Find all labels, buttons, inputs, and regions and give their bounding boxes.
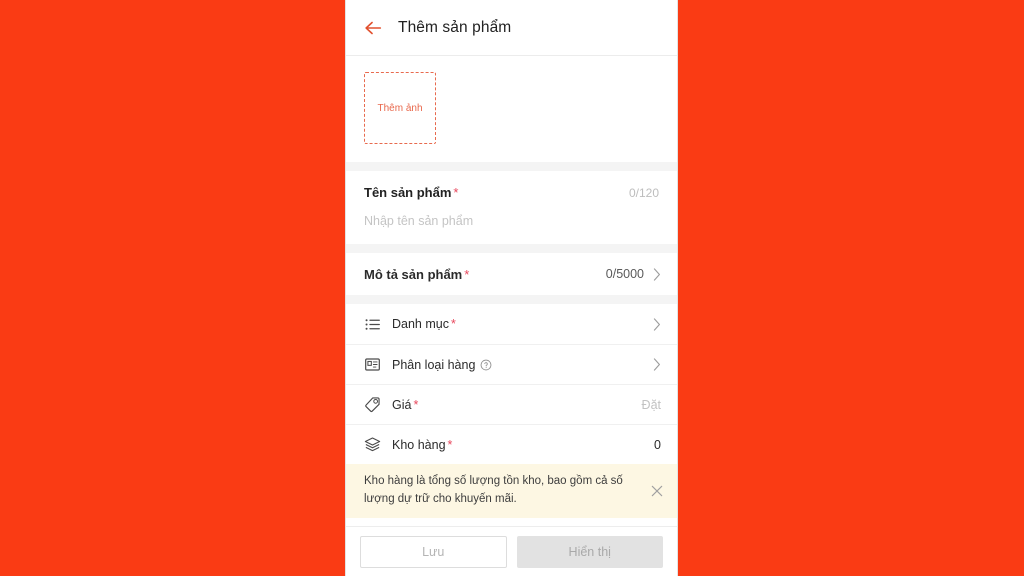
save-button[interactable]: Lưu (360, 535, 507, 568)
app-header: Thêm sản phẩm (346, 0, 677, 56)
row-variations-label-text: Phân loại hàng (392, 357, 476, 372)
attributes-section: Danh mục * Phân loại hàng Giá * Đặt Kho … (346, 304, 677, 526)
row-stock-label: Kho hàng * (392, 438, 452, 452)
row-price-value[interactable]: Đặt (642, 398, 661, 412)
section-divider (346, 244, 677, 253)
row-category-label-text: Danh mục (392, 317, 449, 331)
description-label: Mô tả sản phẩm * (364, 267, 469, 282)
variation-card-icon (365, 358, 380, 371)
row-price-label: Giá * (392, 398, 418, 412)
row-stock[interactable]: Kho hàng * 0 (346, 424, 677, 464)
row-variations-label: Phân loại hàng (392, 358, 475, 372)
row-category[interactable]: Danh mục * (346, 304, 677, 344)
description-section: Mô tả sản phẩm * 0/5000 (346, 253, 677, 295)
photo-upload-section: Thêm ảnh (346, 56, 677, 162)
screen-background: Thêm sản phẩm Thêm ảnh Tên sản phẩm * 0/1… (0, 0, 1024, 576)
row-category-label: Danh mục * (392, 317, 456, 331)
row-variations[interactable]: Phân loại hàng (346, 344, 677, 384)
required-marker: * (447, 437, 453, 452)
required-marker: * (450, 317, 456, 331)
add-photo-button[interactable]: Thêm ảnh (364, 72, 436, 144)
chevron-right-icon (653, 317, 660, 331)
product-name-label-text: Tên sản phẩm (364, 185, 452, 200)
row-stock-label-text: Kho hàng (392, 437, 446, 452)
description-label-text: Mô tả sản phẩm (364, 266, 463, 282)
page-title: Thêm sản phẩm (398, 18, 512, 36)
description-counter: 0/5000 (605, 267, 644, 281)
product-name-label: Tên sản phẩm * (364, 185, 458, 200)
row-price-label-text: Giá (392, 397, 412, 412)
description-row[interactable]: Mô tả sản phẩm * 0/5000 (346, 253, 677, 295)
publish-button[interactable]: Hiển thị (516, 535, 663, 568)
product-name-counter: 0/120 (628, 186, 659, 200)
section-divider (346, 295, 677, 304)
section-divider (346, 162, 677, 171)
required-marker: * (464, 266, 470, 282)
row-min-order[interactable]: Số lượng đặt hàng tối thiểu* 1 (346, 518, 677, 526)
close-icon[interactable] (651, 485, 663, 497)
product-name-input[interactable]: Nhập tên sản phẩm (364, 214, 659, 228)
required-marker: * (453, 185, 459, 200)
product-name-header: Tên sản phẩm * 0/120 (364, 185, 659, 200)
product-name-section: Tên sản phẩm * 0/120 Nhập tên sản phẩm (346, 171, 677, 244)
list-icon (365, 318, 380, 330)
row-stock-value[interactable]: 0 (654, 438, 661, 452)
add-photo-label: Thêm ảnh (377, 102, 423, 114)
chevron-right-icon (653, 358, 660, 371)
form-scroll-area[interactable]: Thêm ảnh Tên sản phẩm * 0/120 Nhập tên sả… (346, 56, 677, 526)
required-marker: * (413, 397, 419, 412)
stock-tip-banner: Kho hàng là tổng số lượng tồn kho, bao g… (346, 464, 677, 518)
chevron-right-icon (653, 267, 660, 281)
stock-layers-icon (364, 437, 381, 452)
row-price[interactable]: Giá * Đặt (346, 384, 677, 424)
price-tag-icon (365, 397, 380, 413)
phone-panel: Thêm sản phẩm Thêm ảnh Tên sản phẩm * 0/1… (345, 0, 678, 576)
stock-tip-text: Kho hàng là tổng số lượng tồn kho, bao g… (364, 475, 623, 505)
arrow-left-icon[interactable] (362, 17, 384, 39)
help-circle-icon[interactable] (480, 359, 492, 371)
action-bar: Lưu Hiển thị (346, 526, 677, 576)
